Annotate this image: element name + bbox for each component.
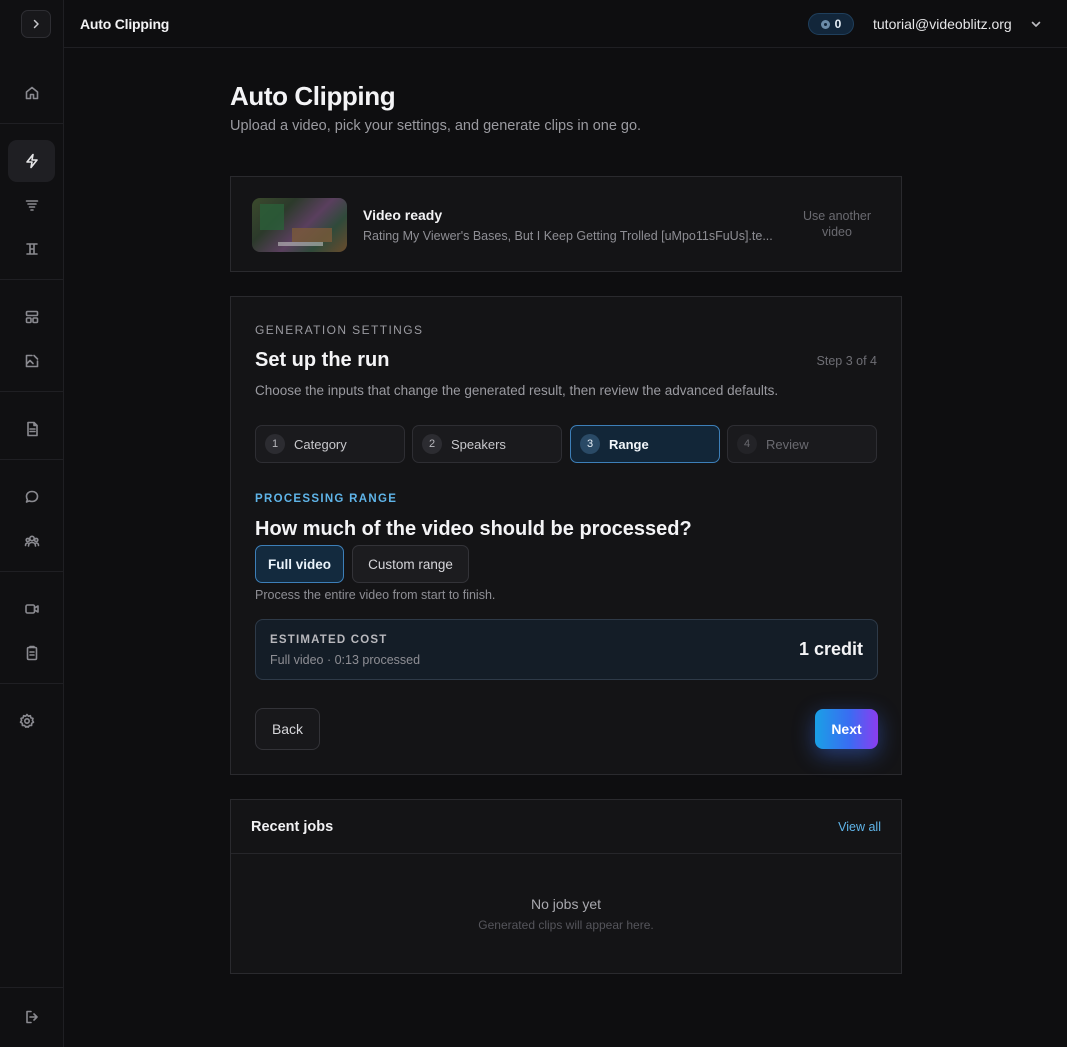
credit-balance-badge[interactable]: 0 <box>808 13 854 35</box>
step-review[interactable]: 4 Review <box>727 425 877 463</box>
chevron-right-icon <box>33 19 39 29</box>
cost-label: ESTIMATED COST <box>270 634 388 646</box>
empty-state-subtitle: Generated clips will appear here. <box>478 918 654 932</box>
logout-icon <box>25 1010 38 1024</box>
sidebar-item-settings[interactable] <box>3 700 50 742</box>
image-edit-icon <box>25 354 38 368</box>
range-question: How much of the video should be processe… <box>255 518 692 540</box>
settings-eyebrow: GENERATION SETTINGS <box>255 323 424 337</box>
sidebar-divider <box>0 459 63 460</box>
next-button[interactable]: Next <box>815 709 878 749</box>
page-subtitle: Upload a video, pick your settings, and … <box>230 118 642 134</box>
custom-range-option[interactable]: Custom range <box>352 545 469 583</box>
sidebar-item-team[interactable] <box>8 520 55 562</box>
full-video-option[interactable]: Full video <box>255 545 344 583</box>
settings-icon <box>19 713 34 728</box>
sidebar-item-auto-clipping[interactable] <box>8 140 55 182</box>
recent-jobs-title: Recent jobs <box>251 819 334 835</box>
video-thumbnail <box>252 198 347 252</box>
generation-settings-card: GENERATION SETTINGS Set up the run Step … <box>230 296 902 775</box>
sidebar-item-videos[interactable] <box>8 588 55 630</box>
page-title: Auto Clipping <box>230 81 396 111</box>
user-menu[interactable]: tutorial@videoblitz.org <box>873 16 1012 32</box>
option-description: Process the entire video from start to f… <box>255 588 496 602</box>
settings-title: Set up the run <box>255 349 390 371</box>
video-icon <box>24 604 39 614</box>
text-cursor-icon <box>25 243 38 255</box>
top-bar: Auto Clipping 0 tutorial@videoblitz.org <box>64 0 1067 48</box>
video-status: Video ready <box>363 207 443 223</box>
home-icon <box>25 86 38 100</box>
zap-icon <box>25 153 38 169</box>
sidebar-item-templates[interactable] <box>8 296 55 338</box>
app-title: Auto Clipping <box>80 16 170 32</box>
sidebar-divider <box>0 123 63 124</box>
step-label: Review <box>766 436 809 452</box>
settings-subtitle: Choose the inputs that change the genera… <box>255 383 779 398</box>
sidebar-divider <box>0 683 63 684</box>
step-number: 2 <box>422 434 442 454</box>
sidebar-item-documents[interactable] <box>8 408 55 450</box>
step-counter: Step 3 of 4 <box>816 354 877 368</box>
credit-count: 0 <box>834 17 842 31</box>
sidebar-divider <box>0 987 63 988</box>
recent-jobs-card: Recent jobs View all No jobs yet Generat… <box>230 799 902 974</box>
sidebar-item-captions[interactable] <box>8 228 55 270</box>
message-icon <box>25 490 38 503</box>
step-label: Category <box>294 436 347 452</box>
sidebar-divider <box>0 571 63 572</box>
video-card: Video ready Rating My Viewer's Bases, Bu… <box>230 176 902 272</box>
video-filename: Rating My Viewer's Bases, But I Keep Get… <box>363 229 773 243</box>
clipboard-icon <box>26 645 37 661</box>
stepper: 1 Category 2 Speakers 3 Range 4 Review <box>255 425 878 463</box>
cost-detail: Full video · 0:13 processed <box>270 653 421 667</box>
step-label: Speakers <box>451 436 506 452</box>
step-number: 3 <box>580 434 600 454</box>
sidebar-toggle-button[interactable] <box>21 10 51 38</box>
empty-state-title: No jobs yet <box>530 896 602 912</box>
use-another-video-button[interactable]: Use another video <box>791 208 883 240</box>
step-number: 4 <box>737 434 757 454</box>
back-button[interactable]: Back <box>255 708 320 750</box>
file-text-icon <box>26 421 38 437</box>
users-icon <box>24 535 39 547</box>
sidebar-item-tasks[interactable] <box>8 632 55 674</box>
step-speakers[interactable]: 2 Speakers <box>412 425 562 463</box>
layout-icon <box>25 310 38 324</box>
sidebar-item-logout[interactable] <box>8 996 55 1038</box>
filter-icon <box>25 200 38 211</box>
estimated-cost-panel: ESTIMATED COST Full video · 0:13 process… <box>255 619 878 680</box>
sidebar-item-filter[interactable] <box>8 184 55 226</box>
sidebar <box>0 0 64 1047</box>
chevron-down-icon[interactable] <box>1030 17 1042 29</box>
cost-value: 1 credit <box>798 639 863 659</box>
sidebar-divider <box>0 391 63 392</box>
sidebar-item-thumbnails[interactable] <box>8 340 55 382</box>
step-label: Range <box>609 436 649 452</box>
view-all-link[interactable]: View all <box>838 820 881 834</box>
step-category[interactable]: 1 Category <box>255 425 405 463</box>
section-eyebrow: PROCESSING RANGE <box>255 493 398 505</box>
sidebar-divider <box>0 279 63 280</box>
recent-jobs-header: Recent jobs View all <box>231 800 901 854</box>
step-range[interactable]: 3 Range <box>570 425 720 463</box>
coin-icon <box>820 19 830 29</box>
sidebar-item-messages[interactable] <box>8 476 55 518</box>
sidebar-item-home[interactable] <box>8 72 55 114</box>
step-number: 1 <box>265 434 285 454</box>
